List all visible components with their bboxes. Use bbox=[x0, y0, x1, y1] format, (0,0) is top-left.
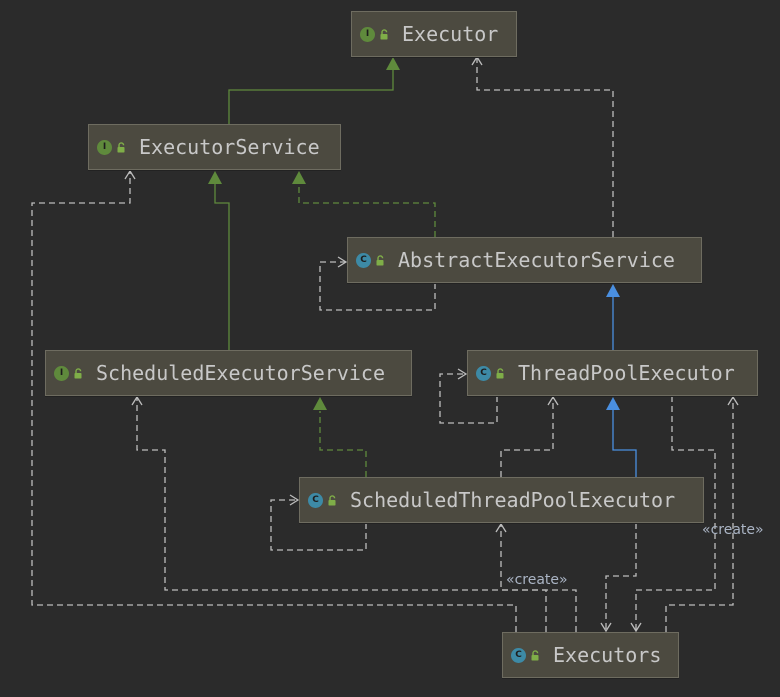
edges-layer bbox=[31, 55, 739, 633]
open-lock-icon bbox=[73, 367, 84, 379]
edge-scheduled-tpe-implements-scheduled-service bbox=[319, 411, 367, 477]
arrowhead-filled bbox=[313, 397, 327, 410]
arrowhead-open bbox=[495, 522, 507, 533]
open-lock-icon bbox=[379, 28, 390, 40]
node-thread-pool-executor[interactable]: C ThreadPoolExecutor bbox=[467, 350, 758, 396]
open-lock-icon bbox=[116, 141, 127, 153]
create-label-thread-pool-executor: «create» bbox=[702, 522, 764, 538]
interface-icon: I bbox=[360, 26, 375, 42]
open-lock-icon bbox=[327, 494, 338, 506]
arrowhead-filled bbox=[606, 397, 620, 410]
node-label: Executor bbox=[402, 22, 499, 46]
node-scheduled-thread-pool-executor[interactable]: C ScheduledThreadPoolExecutor bbox=[299, 477, 704, 523]
interface-icon: I bbox=[54, 365, 69, 381]
edge-scheduled-tpe-uses-tpe bbox=[500, 398, 554, 477]
arrowhead-filled bbox=[386, 57, 400, 70]
node-abstract-executor-service[interactable]: C AbstractExecutorService bbox=[347, 237, 702, 283]
node-label: ThreadPoolExecutor bbox=[518, 361, 735, 385]
class-icon: C bbox=[308, 492, 323, 508]
arrowhead-filled bbox=[606, 284, 620, 297]
node-executor[interactable]: I Executor bbox=[351, 11, 517, 57]
arrowhead-filled bbox=[208, 171, 222, 184]
arrowhead-open bbox=[124, 169, 136, 180]
open-lock-icon bbox=[530, 649, 541, 661]
open-lock-icon bbox=[495, 367, 506, 379]
class-icon: C bbox=[511, 647, 526, 663]
arrowhead-filled bbox=[292, 171, 306, 184]
class-icon: C bbox=[476, 365, 491, 381]
edge-scheduled-tpe-uses-executors bbox=[605, 523, 637, 630]
edge-executor-service-extends-executor bbox=[228, 70, 394, 124]
node-executor-service[interactable]: I ExecutorService bbox=[88, 124, 341, 170]
node-label: ScheduledThreadPoolExecutor bbox=[350, 488, 676, 512]
edge-abstract-implements-executor-service bbox=[298, 184, 436, 237]
node-label: ExecutorService bbox=[139, 135, 320, 159]
node-label: AbstractExecutorService bbox=[398, 248, 675, 272]
open-lock-icon bbox=[375, 254, 386, 266]
edge-abstract-implements-executor bbox=[476, 58, 614, 237]
node-label: Executors bbox=[553, 643, 662, 667]
edge-scheduled-service-extends-executor-service bbox=[214, 184, 230, 350]
create-label-scheduled-thread-pool-executor: «create» bbox=[506, 572, 568, 588]
interface-icon: I bbox=[97, 139, 112, 155]
node-scheduled-executor-service[interactable]: I ScheduledExecutorService bbox=[45, 350, 412, 396]
node-executors[interactable]: C Executors bbox=[502, 632, 679, 678]
node-label: ScheduledExecutorService bbox=[96, 361, 385, 385]
abstract-class-icon: C bbox=[356, 252, 371, 268]
edge-scheduled-tpe-extends-tpe bbox=[612, 410, 637, 477]
